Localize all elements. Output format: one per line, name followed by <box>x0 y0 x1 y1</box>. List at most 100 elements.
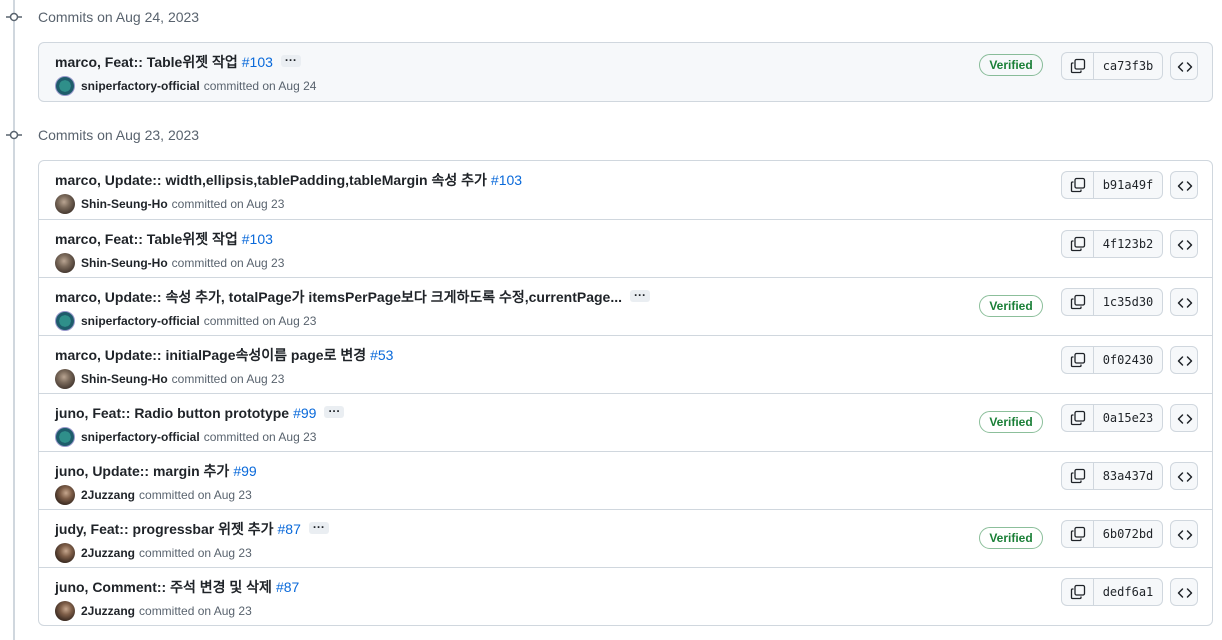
avatar[interactable] <box>55 194 75 214</box>
commit-message[interactable]: juno, Feat:: Radio button prototype #99 ··… <box>55 403 345 423</box>
commit-title[interactable]: judy, Feat:: progressbar 위젯 추가 <box>55 521 274 537</box>
expand-message-button[interactable]: ··· <box>280 53 301 68</box>
commit-sha-link[interactable]: 0a15e23 <box>1093 404 1163 432</box>
commit-sha-link[interactable]: 0f02430 <box>1093 346 1163 374</box>
expand-message-button[interactable]: ··· <box>324 404 345 419</box>
commit-message[interactable]: marco, Update:: initialPage속성이름 page로 변경… <box>55 345 393 365</box>
copy-sha-button[interactable] <box>1061 520 1093 548</box>
expand-message-button[interactable]: ··· <box>308 520 329 535</box>
author-link[interactable]: Shin-Seung-Ho <box>81 370 168 388</box>
commit-message[interactable]: marco, Feat:: Table위젯 작업 #103 ··· <box>55 52 301 72</box>
avatar[interactable] <box>55 311 75 331</box>
avatar[interactable] <box>55 601 75 621</box>
commit-message[interactable]: judy, Feat:: progressbar 위젯 추가 #87 ··· <box>55 519 329 539</box>
commit-title[interactable]: juno, Comment:: 주석 변경 및 삭제 <box>55 579 272 595</box>
avatar[interactable] <box>55 543 75 563</box>
commit-title[interactable]: marco, Update:: 속성 추가, totalPage가 itemsP… <box>55 289 622 305</box>
author-link[interactable]: 2Juzzang <box>81 544 135 562</box>
pr-link[interactable]: #99 <box>293 405 316 421</box>
commit-title[interactable]: marco, Update:: width,ellipsis,tablePadd… <box>55 172 487 188</box>
copy-icon <box>1070 58 1086 74</box>
commit-meta: sniperfactory-official committed on Aug … <box>55 76 316 96</box>
git-commit-icon <box>6 130 22 140</box>
commit-sha-link[interactable]: 1c35d30 <box>1093 288 1163 316</box>
author-link[interactable]: sniperfactory-official <box>81 428 200 446</box>
commit-sha-link[interactable]: 83a437d <box>1093 462 1163 490</box>
copy-icon <box>1070 352 1086 368</box>
copy-sha-button[interactable] <box>1061 288 1093 316</box>
browse-repo-button[interactable] <box>1170 346 1198 374</box>
commit-title[interactable]: marco, Feat:: Table위젯 작업 <box>55 231 238 247</box>
verified-badge[interactable]: Verified <box>979 295 1043 317</box>
commit-meta: sniperfactory-official committed on Aug … <box>55 311 316 331</box>
expand-message-button[interactable]: ··· <box>630 288 650 303</box>
copy-sha-button[interactable] <box>1061 462 1093 490</box>
copy-sha-button[interactable] <box>1061 52 1093 80</box>
pr-link[interactable]: #53 <box>370 347 393 363</box>
pr-link[interactable]: #99 <box>233 463 256 479</box>
commit-sha-link[interactable]: dedf6a1 <box>1093 578 1163 606</box>
git-commit-icon <box>6 12 22 22</box>
author-link[interactable]: 2Juzzang <box>81 486 135 504</box>
verified-badge[interactable]: Verified <box>979 527 1043 549</box>
commit-date: committed on Aug 23 <box>139 604 252 618</box>
author-link[interactable]: 2Juzzang <box>81 602 135 620</box>
commit-title[interactable]: marco, Feat:: Table위젯 작업 <box>55 54 238 70</box>
ellipsis-icon: ··· <box>284 53 297 68</box>
avatar[interactable] <box>55 253 75 273</box>
copy-sha-button[interactable] <box>1061 346 1093 374</box>
browse-repo-button[interactable] <box>1170 578 1198 606</box>
commit-message[interactable]: marco, Feat:: Table위젯 작업 #103 <box>55 229 273 249</box>
browse-repo-button[interactable] <box>1170 462 1198 490</box>
avatar[interactable] <box>55 369 75 389</box>
code-icon <box>1177 62 1193 72</box>
browse-repo-button[interactable] <box>1170 288 1198 316</box>
avatar[interactable] <box>55 76 75 96</box>
pr-link[interactable]: #87 <box>278 521 301 537</box>
commit-sha-link[interactable]: 4f123b2 <box>1093 230 1163 258</box>
browse-repo-button[interactable] <box>1170 52 1198 80</box>
pr-link[interactable]: #103 <box>491 172 522 188</box>
pr-link[interactable]: #87 <box>276 579 299 595</box>
commit-row: marco, Update:: 속성 추가, totalPage가 itemsP… <box>39 277 1212 335</box>
browse-repo-button[interactable] <box>1170 230 1198 258</box>
pr-link[interactable]: #103 <box>242 231 273 247</box>
copy-sha-button[interactable] <box>1061 230 1093 258</box>
browse-repo-button[interactable] <box>1170 404 1198 432</box>
browse-repo-button[interactable] <box>1170 520 1198 548</box>
commit-message[interactable]: juno, Update:: margin 추가 #99 <box>55 461 257 481</box>
commit-message[interactable]: marco, Update:: 속성 추가, totalPage가 itemsP… <box>55 287 650 307</box>
commit-meta: Shin-Seung-Ho committed on Aug 23 <box>55 369 284 389</box>
commit-title[interactable]: juno, Update:: margin 추가 <box>55 463 229 479</box>
commit-title[interactable]: marco, Update:: initialPage속성이름 page로 변경 <box>55 347 366 363</box>
commit-sha-link[interactable]: 6b072bd <box>1093 520 1163 548</box>
copy-icon <box>1070 236 1086 252</box>
commit-group-title: Commits on Aug 23, 2023 <box>38 127 200 143</box>
pr-link[interactable]: #103 <box>242 54 273 70</box>
copy-sha-button[interactable] <box>1061 578 1093 606</box>
verified-badge[interactable]: Verified <box>979 411 1043 433</box>
avatar[interactable] <box>55 485 75 505</box>
commit-row: marco, Feat:: Table위젯 작업 #103 ··· sniperfa… <box>39 43 1212 101</box>
commit-date: committed on Aug 23 <box>203 314 317 328</box>
code-icon <box>1177 530 1193 540</box>
commit-message[interactable]: juno, Comment:: 주석 변경 및 삭제 #87 <box>55 577 299 597</box>
copy-sha-button[interactable] <box>1061 404 1093 432</box>
code-icon <box>1177 298 1193 308</box>
commit-message[interactable]: marco, Update:: width,ellipsis,tablePadd… <box>55 170 522 190</box>
copy-sha-button[interactable] <box>1061 171 1093 199</box>
avatar[interactable] <box>55 427 75 447</box>
commit-sha-link[interactable]: b91a49f <box>1093 171 1163 199</box>
commit-title[interactable]: juno, Feat:: Radio button prototype <box>55 405 289 421</box>
author-link[interactable]: sniperfactory-official <box>81 312 200 330</box>
commit-row: juno, Feat:: Radio button prototype #99 ··… <box>39 393 1212 451</box>
author-link[interactable]: sniperfactory-official <box>81 77 200 95</box>
browse-repo-button[interactable] <box>1170 171 1198 199</box>
author-link[interactable]: Shin-Seung-Ho <box>81 195 168 213</box>
commit-sha-link[interactable]: ca73f3b <box>1093 52 1163 80</box>
author-link[interactable]: Shin-Seung-Ho <box>81 254 168 272</box>
commit-row: marco, Feat:: Table위젯 작업 #103 Shin-Seung-… <box>39 219 1212 277</box>
ellipsis-icon: ··· <box>328 404 341 419</box>
verified-badge[interactable]: Verified <box>979 54 1043 76</box>
commit-meta: Shin-Seung-Ho committed on Aug 23 <box>55 194 284 214</box>
